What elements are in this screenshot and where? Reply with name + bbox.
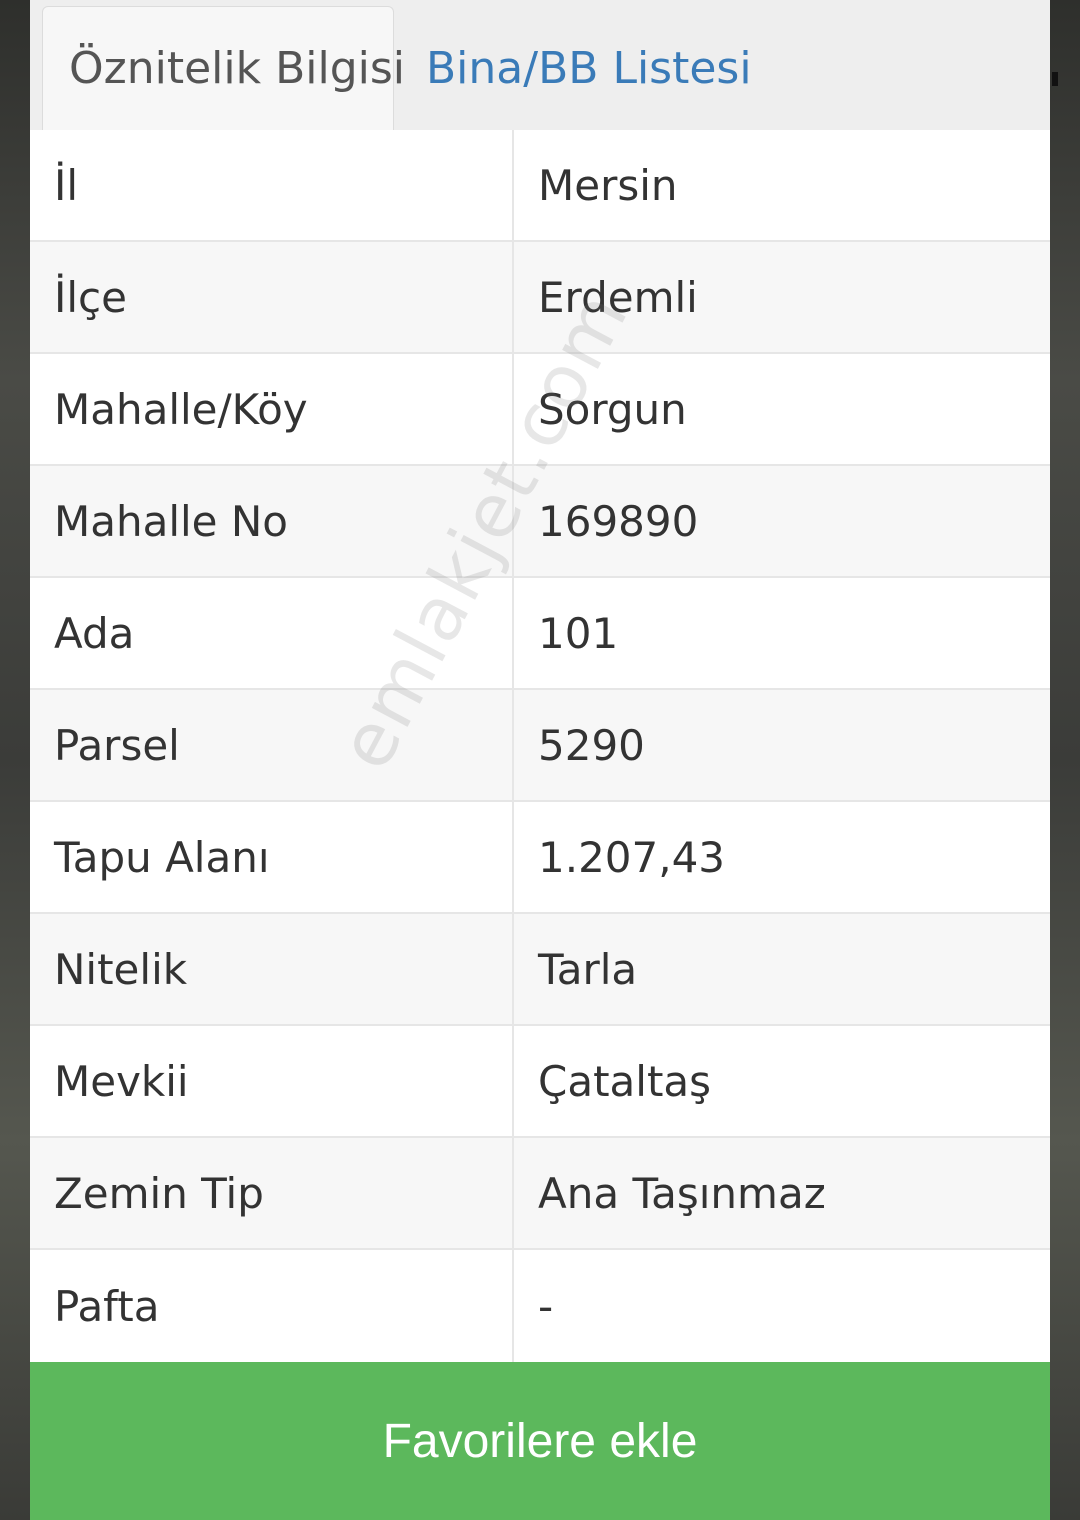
table-row: Ada 101 — [30, 578, 1050, 690]
map-background-left — [0, 0, 30, 1520]
table-row: Nitelik Tarla — [30, 914, 1050, 1026]
attribute-value: 5290 — [538, 720, 645, 770]
add-to-favorites-button[interactable]: Favorilere ekle — [30, 1362, 1050, 1520]
attribute-label: Mevkii — [30, 1026, 514, 1136]
parcel-info-panel: Öznitelik Bilgisi Bina/BB Listesi İl Mer… — [30, 0, 1050, 1520]
attribute-table: İl Mersin İlçe Erdemli Mahalle/Köy Sorgu… — [30, 130, 1050, 1362]
table-row: Mahalle No 169890 — [30, 466, 1050, 578]
attribute-value: Tarla — [538, 944, 638, 994]
attribute-value: 101 — [538, 608, 619, 658]
attribute-value: Çataltaş — [538, 1056, 712, 1106]
attribute-value: Mersin — [538, 160, 678, 210]
table-row: Mevkii Çataltaş — [30, 1026, 1050, 1138]
attribute-label: İlçe — [30, 242, 514, 352]
attribute-label: İl — [30, 130, 514, 240]
add-to-favorites-label: Favorilere ekle — [382, 1415, 698, 1468]
table-row: İlçe Erdemli — [30, 242, 1050, 354]
tab-building-list-label: Bina/BB Listesi — [426, 42, 752, 94]
table-row: İl Mersin — [30, 130, 1050, 242]
table-row: Tapu Alanı 1.207,43 — [30, 802, 1050, 914]
attribute-value: Ana Taşınmaz — [538, 1168, 826, 1218]
tab-attribute-info[interactable]: Öznitelik Bilgisi — [42, 6, 405, 130]
tab-attribute-info-label: Öznitelik Bilgisi — [69, 43, 406, 94]
attribute-label: Zemin Tip — [30, 1138, 514, 1248]
attribute-value: Sorgun — [538, 384, 687, 434]
attribute-label: Mahalle No — [30, 466, 514, 576]
attribute-value: Erdemli — [538, 272, 698, 322]
tab-building-list[interactable]: Bina/BB Listesi — [426, 6, 752, 130]
attribute-label: Ada — [30, 578, 514, 688]
table-row: Pafta - — [30, 1250, 1050, 1362]
table-row: Zemin Tip Ana Taşınmaz — [30, 1138, 1050, 1250]
attribute-label: Tapu Alanı — [30, 802, 514, 912]
attribute-value: 169890 — [538, 496, 699, 546]
attribute-value: 1.207,43 — [538, 832, 726, 882]
attribute-label: Pafta — [30, 1250, 514, 1362]
tab-strip: Öznitelik Bilgisi Bina/BB Listesi — [30, 0, 1050, 131]
table-row: Parsel 5290 — [30, 690, 1050, 802]
attribute-label: Mahalle/Köy — [30, 354, 514, 464]
attribute-label: Nitelik — [30, 914, 514, 1024]
map-background-mark — [1052, 72, 1058, 86]
attribute-value: - — [538, 1281, 554, 1331]
map-background-right — [1050, 0, 1080, 1520]
table-row: Mahalle/Köy Sorgun — [30, 354, 1050, 466]
attribute-label: Parsel — [30, 690, 514, 800]
